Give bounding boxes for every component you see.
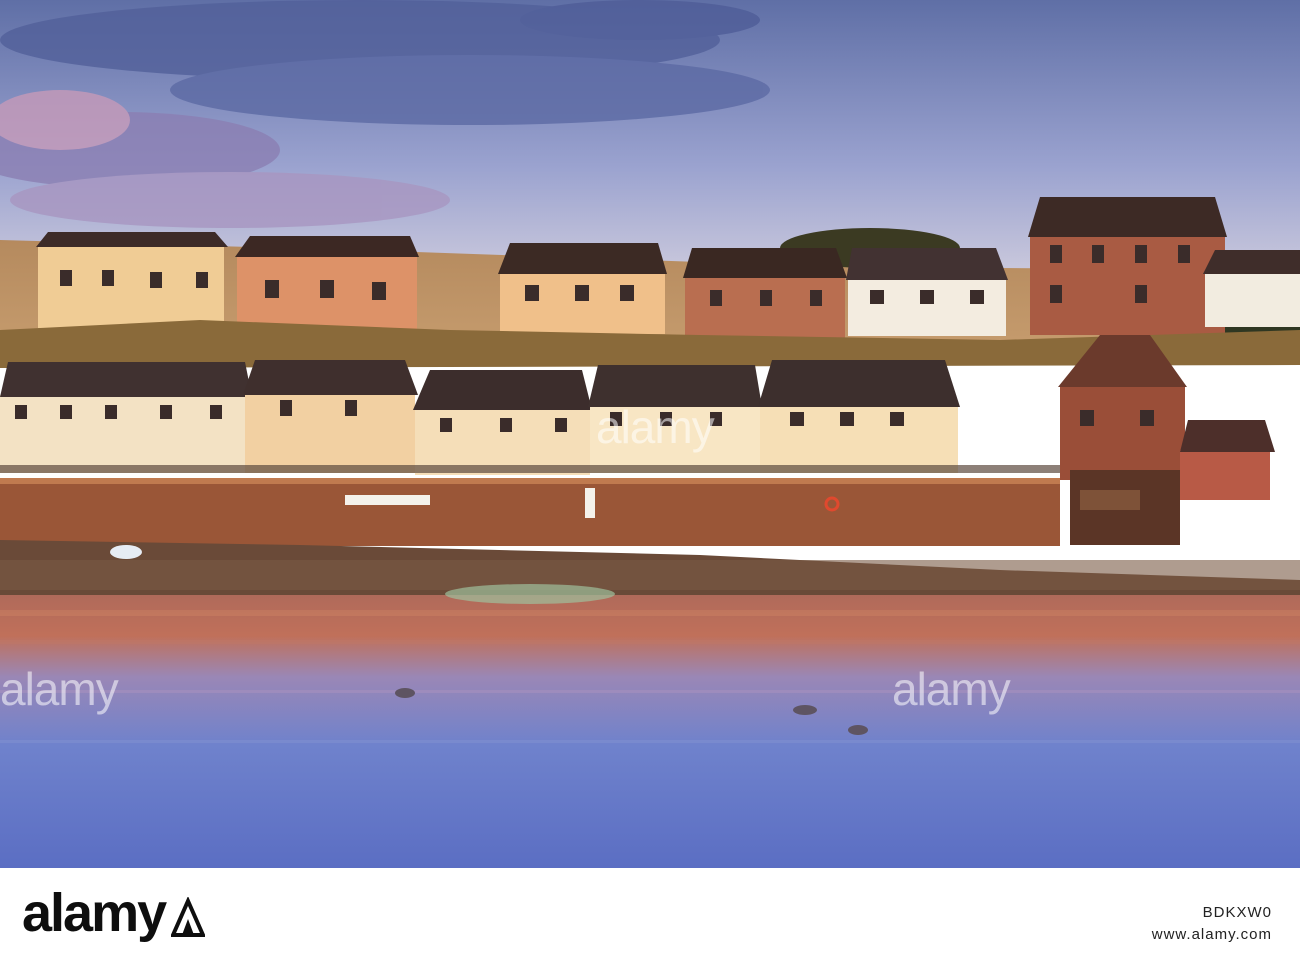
alamy-logo: alamy (22, 882, 206, 944)
dinghy (110, 545, 142, 559)
footer-bar: alamy BDKXW0 www.alamy.com (0, 868, 1300, 956)
logo-text: alamy (22, 883, 167, 943)
water (0, 595, 1300, 868)
sea-wall (0, 478, 1060, 546)
image-id: BDKXW0 (1202, 904, 1272, 921)
seal (793, 705, 817, 715)
seal (395, 688, 415, 698)
logo-mark-icon (171, 896, 206, 937)
photo: alamy alamy alamy (0, 0, 1300, 868)
watermark: alamy (0, 663, 119, 715)
watermark: alamy (596, 401, 715, 453)
site-url[interactable]: www.alamy.com (1152, 926, 1272, 943)
motion-blurred-boat (445, 584, 615, 604)
watermark: alamy (892, 663, 1011, 715)
seal (848, 725, 868, 735)
